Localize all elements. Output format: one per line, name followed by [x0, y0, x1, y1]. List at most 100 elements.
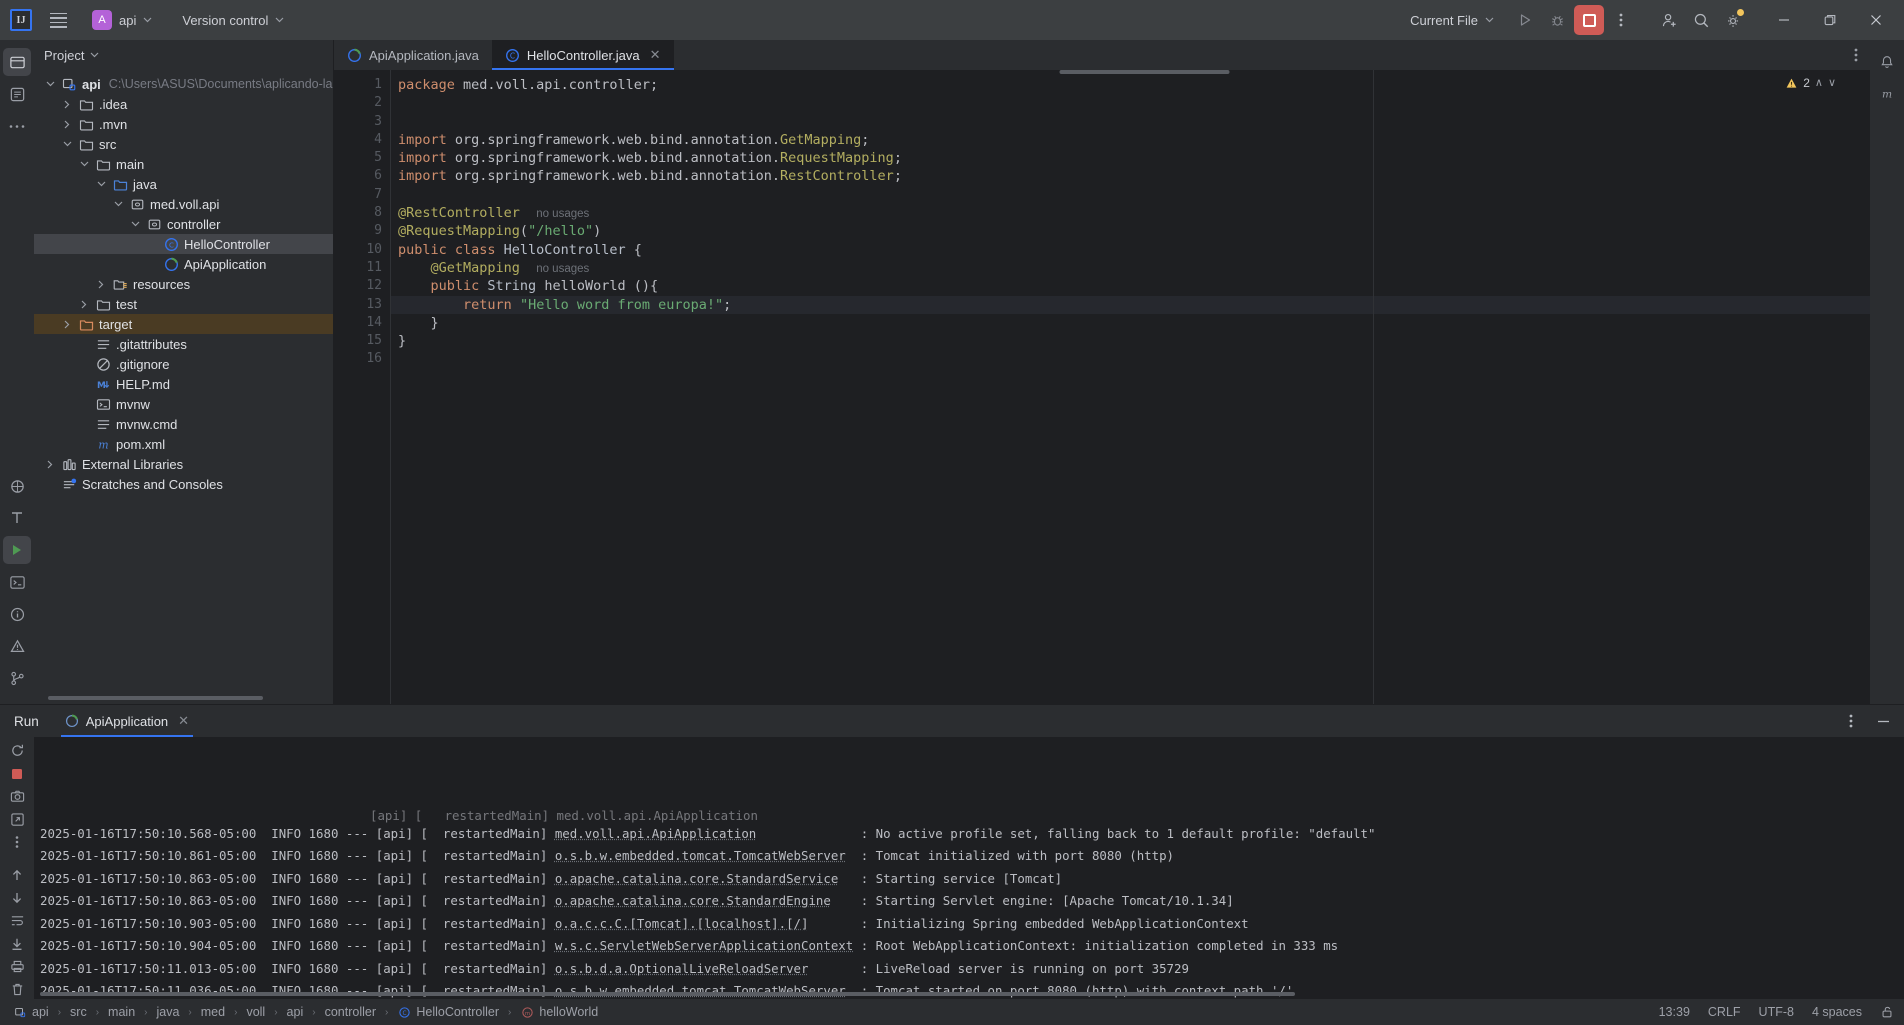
tree-item-gitignore[interactable]: .gitignore: [34, 354, 333, 374]
run-console-output[interactable]: [api] [ restartedMain] med.voll.api.ApiA…: [34, 737, 1904, 999]
unlocked-padlock-icon[interactable]: [1880, 1005, 1894, 1019]
code-line[interactable]: [390, 350, 1870, 368]
console-log-line[interactable]: 2025-01-16T17:50:10.904-05:00 INFO 1680 …: [40, 935, 1904, 958]
console-horizontal-scrollbar[interactable]: [40, 992, 1295, 996]
tree-item-java[interactable]: java: [34, 174, 333, 194]
code-line[interactable]: [390, 113, 1870, 131]
tree-item-controller[interactable]: controller: [34, 214, 333, 234]
chevron-down-icon[interactable]: [108, 201, 128, 207]
code-line[interactable]: [390, 94, 1870, 112]
tool-window-problems[interactable]: [3, 600, 31, 628]
breadcrumb-item-med[interactable]: med: [198, 1004, 228, 1020]
tool-window-terminal[interactable]: [3, 568, 31, 596]
tool-window-warnings[interactable]: [3, 632, 31, 660]
tool-window-commit[interactable]: [3, 80, 31, 108]
tree-item-main[interactable]: main: [34, 154, 333, 174]
hamburger-menu-icon[interactable]: [44, 6, 72, 34]
tree-item-mvnw[interactable]: mvnw: [34, 394, 333, 414]
close-icon[interactable]: ✕: [650, 47, 661, 63]
code-line[interactable]: }: [390, 332, 1870, 350]
stop-button[interactable]: [1574, 5, 1604, 35]
breadcrumb-item-hellocontroller[interactable]: C HelloController: [394, 1004, 502, 1021]
code-line[interactable]: import org.springframework.web.bind.anno…: [390, 149, 1870, 167]
logger[interactable]: o.s.b.d.a.OptionalLiveReloadServer: [555, 961, 809, 976]
tree-item-external-libraries[interactable]: External Libraries: [34, 454, 333, 474]
debug-button[interactable]: [1542, 5, 1572, 35]
code-line[interactable]: @GetMapping no usages: [390, 259, 1870, 277]
chevron-down-icon[interactable]: [91, 181, 111, 187]
maximize-window-button[interactable]: [1808, 0, 1852, 40]
print-button[interactable]: [4, 956, 30, 976]
editor-tab-apiapplication[interactable]: ApiApplication.java: [334, 40, 492, 70]
chevron-right-icon[interactable]: [57, 100, 77, 109]
chevron-down-icon[interactable]: [125, 221, 145, 227]
code-content[interactable]: package med.voll.api.controller; import …: [390, 70, 1870, 704]
console-log-line[interactable]: 2025-01-16T17:50:11.013-05:00 INFO 1680 …: [40, 958, 1904, 981]
tool-window-terminal-side[interactable]: [3, 504, 31, 532]
run-button[interactable]: [1510, 5, 1540, 35]
indent-setting[interactable]: 4 spaces: [1812, 1005, 1862, 1019]
scroll-up-button[interactable]: [4, 865, 30, 885]
tree-item-scratches-and-consoles[interactable]: Scratches and Consoles: [34, 474, 333, 494]
project-tree[interactable]: api C:\Users\ASUS\Documents\aplicando-la-…: [34, 70, 333, 704]
tree-item-src[interactable]: src: [34, 134, 333, 154]
console-log-line[interactable]: 2025-01-16T17:50:10.861-05:00 INFO 1680 …: [40, 845, 1904, 868]
chevron-right-icon[interactable]: [91, 280, 111, 289]
take-screenshot-button[interactable]: [4, 787, 30, 807]
tree-item-apiapplication[interactable]: ApiApplication: [34, 254, 333, 274]
project-tree-horizontal-scrollbar[interactable]: [48, 696, 263, 700]
intellij-logo-icon[interactable]: IJ: [10, 9, 32, 31]
tree-item-hellocontroller[interactable]: C HelloController: [34, 234, 333, 254]
chevron-down-icon[interactable]: [74, 161, 94, 167]
tree-item-api[interactable]: api C:\Users\ASUS\Documents\aplicando-la-…: [34, 74, 333, 94]
tree-item-target[interactable]: target: [34, 314, 333, 334]
chevron-right-icon[interactable]: [40, 460, 60, 469]
version-control-menu[interactable]: Version control: [176, 10, 290, 31]
code-editor[interactable]: 1 2 3 4 5 6 7 8 9 10 11 12 13 14 15 16 package med.voll…: [334, 70, 1870, 704]
tool-window-git[interactable]: [3, 664, 31, 692]
logger[interactable]: o.apache.catalina.core.StandardService: [555, 871, 838, 886]
tree-item-test[interactable]: test: [34, 294, 333, 314]
console-log-line[interactable]: 2025-01-16T17:50:10.863-05:00 INFO 1680 …: [40, 868, 1904, 891]
editor-gutter[interactable]: 1 2 3 4 5 6 7 8 9 10 11 12 13 14 15 16: [334, 70, 408, 704]
logger[interactable]: o.s.b.w.embedded.tomcat.TomcatWebServer: [555, 848, 846, 863]
run-panel-more-button[interactable]: [4, 832, 30, 852]
clear-console-button[interactable]: [4, 979, 30, 999]
breadcrumb-item-main[interactable]: main: [105, 1004, 138, 1020]
stop-process-button[interactable]: [4, 764, 30, 784]
chevron-down-icon[interactable]: [40, 81, 60, 87]
project-selector[interactable]: A api: [86, 7, 158, 33]
code-line[interactable]: public String helloWorld (){: [390, 277, 1870, 295]
code-line[interactable]: @RequestMapping("/hello"): [390, 222, 1870, 240]
chevron-right-icon[interactable]: [74, 300, 94, 309]
scroll-down-button[interactable]: [4, 888, 30, 908]
inspection-widget[interactable]: 2 ∧ ∨: [1785, 76, 1836, 90]
scroll-to-end-button[interactable]: [4, 934, 30, 954]
code-line[interactable]: package med.voll.api.controller;: [390, 76, 1870, 94]
next-problem-icon[interactable]: ∨: [1828, 77, 1836, 89]
tree-item-mvn[interactable]: .mvn: [34, 114, 333, 134]
tree-item-mvnw-cmd[interactable]: mvnw.cmd: [34, 414, 333, 434]
code-line[interactable]: import org.springframework.web.bind.anno…: [390, 131, 1870, 149]
more-actions-button[interactable]: [1606, 5, 1636, 35]
tool-window-run[interactable]: [3, 536, 31, 564]
open-in-browser-button[interactable]: [4, 809, 30, 829]
code-line[interactable]: [390, 186, 1870, 204]
tool-window-more[interactable]: [3, 112, 31, 140]
console-log-line[interactable]: 2025-01-16T17:50:10.863-05:00 INFO 1680 …: [40, 890, 1904, 913]
tree-item-help-md[interactable]: M HELP.md: [34, 374, 333, 394]
tree-item-resources[interactable]: resources: [34, 274, 333, 294]
run-panel-options-button[interactable]: [1836, 706, 1866, 736]
logger[interactable]: o.a.c.c.C.[Tomcat].[localhost].[/]: [555, 916, 809, 931]
editor-tab-hellocontroller[interactable]: C HelloController.java ✕: [491, 40, 674, 70]
file-encoding[interactable]: UTF-8: [1759, 1005, 1794, 1019]
console-log-line[interactable]: 2025-01-16T17:50:10.903-05:00 INFO 1680 …: [40, 913, 1904, 936]
project-panel-header[interactable]: Project: [34, 40, 333, 70]
code-line[interactable]: }: [390, 314, 1870, 332]
breadcrumb[interactable]: api › src › main › java › med › voll › api › controlle…: [10, 1004, 601, 1021]
logger[interactable]: med.voll.api.ApiApplication: [555, 826, 756, 841]
breadcrumb-item-voll[interactable]: voll: [243, 1004, 268, 1020]
hide-run-panel-button[interactable]: [1868, 706, 1898, 736]
editor-tabs-more-button[interactable]: [1842, 40, 1870, 70]
tool-window-notifications[interactable]: [1873, 48, 1901, 76]
